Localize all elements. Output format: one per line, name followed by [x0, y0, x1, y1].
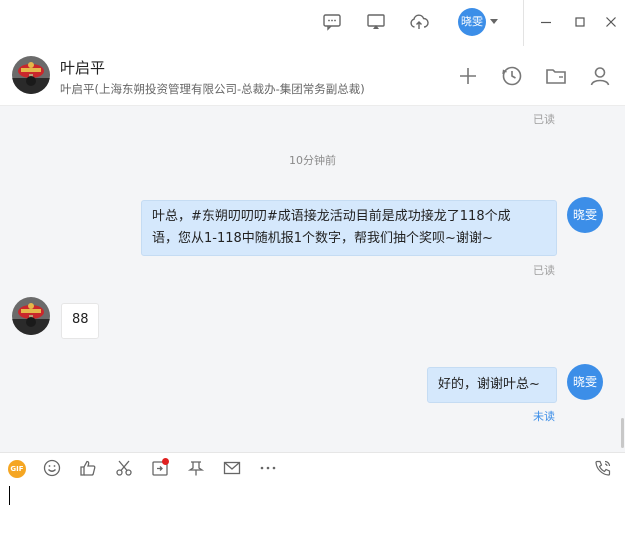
maximize-icon[interactable]	[572, 14, 588, 30]
scrollbar-thumb[interactable]	[621, 418, 624, 448]
outgoing-message-bubble[interactable]: 叶总，#东朔叨叨叨#成语接龙活动目前是成功接龙了118个成 语，您从1-118中…	[141, 200, 557, 256]
unread-status: 未读	[533, 410, 555, 423]
message-line: 叶总，#东朔叨叨叨#成语接龙活动目前是成功接龙了118个成	[152, 209, 511, 224]
notification-dot	[162, 458, 169, 465]
profile-icon[interactable]	[588, 64, 612, 88]
folder-icon[interactable]	[544, 64, 568, 88]
divider	[523, 0, 524, 46]
sender-avatar[interactable]: 晓雯	[567, 364, 603, 400]
window-title-bar: 晓雯	[0, 0, 625, 46]
gif-icon[interactable]: GIF	[8, 460, 26, 478]
thumbs-up-icon[interactable]	[79, 459, 97, 477]
mail-icon[interactable]	[223, 459, 241, 477]
incoming-message-bubble[interactable]: 88	[61, 303, 99, 339]
cloud-upload-icon[interactable]	[409, 12, 429, 32]
chat-bubble-icon[interactable]	[322, 12, 342, 32]
my-avatar[interactable]: 晓雯	[458, 8, 486, 36]
outgoing-message-bubble[interactable]: 好的，谢谢叶总~	[427, 367, 557, 403]
more-icon[interactable]	[259, 459, 277, 477]
text-cursor	[9, 486, 10, 505]
contact-subtitle: 叶启平(上海东朔投资管理有限公司-总裁办-集团常务副总裁)	[60, 82, 365, 96]
read-status: 已读	[533, 264, 555, 277]
contact-header: 叶启平 叶启平(上海东朔投资管理有限公司-总裁办-集团常务副总裁)	[0, 46, 625, 106]
timestamp-divider: 10分钟前	[289, 154, 336, 167]
phone-icon[interactable]	[594, 459, 612, 477]
message-input[interactable]	[0, 483, 625, 556]
scissors-icon[interactable]	[115, 459, 133, 477]
scrollbar[interactable]	[621, 106, 625, 452]
emoji-icon[interactable]	[43, 459, 61, 477]
minimize-icon[interactable]	[538, 14, 554, 30]
history-icon[interactable]	[500, 64, 524, 88]
screen-share-icon[interactable]	[366, 12, 386, 32]
close-icon[interactable]	[603, 14, 619, 30]
contact-name: 叶启平	[60, 59, 106, 77]
add-icon[interactable]	[456, 64, 480, 88]
pin-icon[interactable]	[187, 459, 205, 477]
contact-avatar[interactable]	[12, 56, 50, 94]
chat-history[interactable]: 已读 10分钟前 叶总，#东朔叨叨叨#成语接龙活动目前是成功接龙了118个成 语…	[0, 106, 625, 452]
message-line: 语，您从1-118中随机报1个数字，帮我们抽个奖呗~谢谢~	[152, 231, 493, 246]
contact-avatar[interactable]	[12, 297, 50, 335]
sender-avatar[interactable]: 晓雯	[567, 197, 603, 233]
read-status: 已读	[533, 113, 555, 126]
chevron-down-icon[interactable]	[490, 19, 498, 24]
message-toolbar: GIF	[0, 453, 625, 483]
